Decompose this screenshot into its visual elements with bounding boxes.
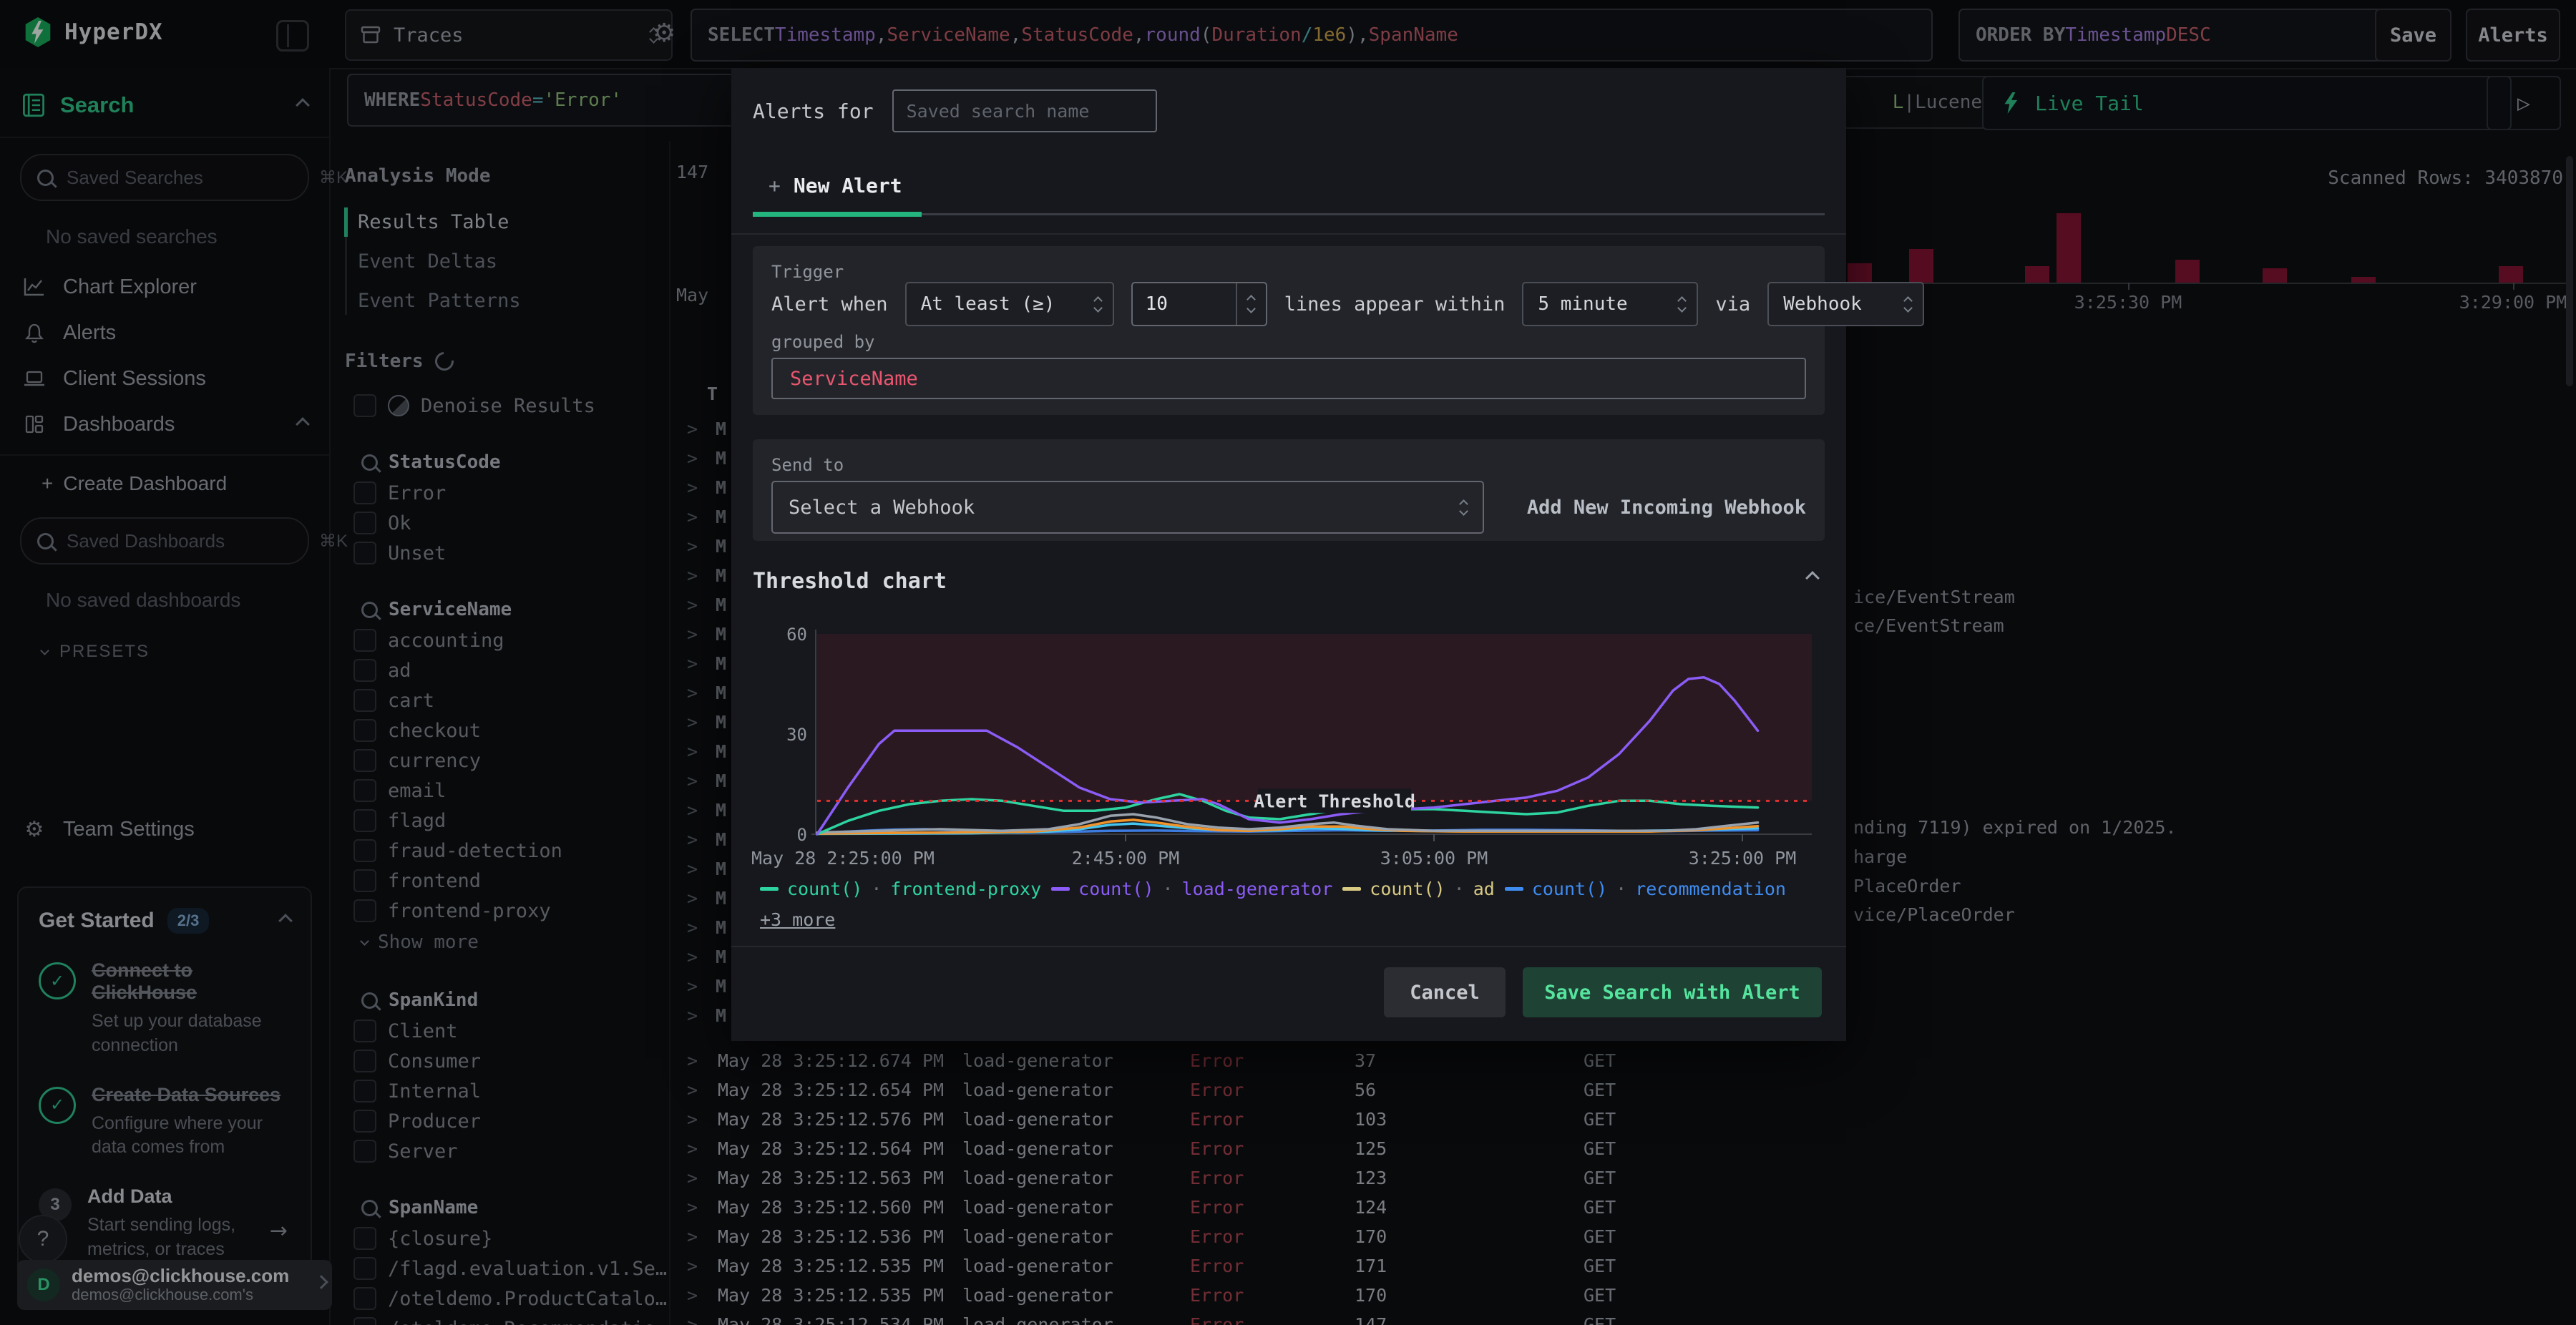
collapse-chart-icon[interactable]: [1805, 571, 1820, 585]
svg-text:3:25:00 PM: 3:25:00 PM: [1689, 848, 1797, 869]
group-by-input[interactable]: ServiceName: [771, 358, 1806, 399]
threshold-value-input[interactable]: [1131, 282, 1267, 326]
via-text: via: [1715, 293, 1751, 316]
cancel-button[interactable]: Cancel: [1384, 967, 1506, 1017]
legend-item[interactable]: count() · recommendation: [1504, 879, 1786, 899]
grouped-by-label: grouped by: [771, 332, 875, 352]
send-to-section: Send to Select a Webhook Add New Incomin…: [753, 439, 1825, 541]
legend-swatch: [1504, 887, 1523, 891]
trigger-label: Trigger: [771, 262, 844, 282]
legend-swatch: [760, 887, 779, 891]
legend-item[interactable]: count() · load-generator: [1051, 879, 1332, 899]
saved-search-name-input[interactable]: [892, 89, 1157, 132]
channel-select[interactable]: Webhook: [1767, 282, 1925, 326]
svg-text:May 28 2:25:00 PM: May 28 2:25:00 PM: [751, 848, 935, 869]
webhook-select[interactable]: Select a Webhook: [771, 481, 1484, 534]
chart-legend: count() · frontend-proxy count() · load-…: [760, 879, 1832, 930]
threshold-value-field[interactable]: [1132, 283, 1236, 325]
add-webhook-link[interactable]: Add New Incoming Webhook: [1527, 497, 1806, 519]
alert-when-text: Alert when: [771, 293, 888, 316]
number-stepper[interactable]: [1235, 283, 1266, 325]
tab-track: [922, 213, 1825, 215]
condition-select[interactable]: At least (≥): [904, 282, 1114, 326]
active-tab-indicator: [753, 212, 922, 217]
modal-title: Alerts for: [753, 99, 874, 123]
svg-text:30: 30: [786, 725, 807, 745]
lines-within-text: lines appear within: [1284, 293, 1506, 316]
legend-swatch: [1051, 887, 1070, 891]
chevron-up-down-icon: [1903, 295, 1913, 313]
svg-text:Alert Threshold: Alert Threshold: [1254, 791, 1415, 811]
svg-text:0: 0: [797, 825, 807, 845]
plus-icon: +: [769, 174, 781, 197]
chevron-up-down-icon: [1458, 499, 1468, 516]
save-search-with-alert-button[interactable]: Save Search with Alert: [1523, 967, 1822, 1017]
legend-item[interactable]: count() · ad: [1342, 879, 1495, 899]
trigger-section: Trigger Alert when At least (≥) lines ap…: [753, 246, 1925, 415]
svg-text:60: 60: [786, 625, 807, 645]
legend-more-link[interactable]: +3 more: [760, 909, 835, 930]
time-window-select[interactable]: 5 minute: [1522, 282, 1699, 326]
chevron-up-down-icon: [1093, 295, 1103, 313]
group-by-value: ServiceName: [790, 367, 918, 390]
send-to-label: Send to: [771, 455, 844, 475]
chevron-up-down-icon: [1677, 295, 1687, 313]
legend-item[interactable]: count() · frontend-proxy: [760, 879, 1041, 899]
alert-modal: Alerts for + New Alert Trigger Alert whe…: [731, 68, 1925, 1041]
legend-swatch: [1342, 887, 1362, 891]
svg-text:3:05:00 PM: 3:05:00 PM: [1380, 848, 1488, 869]
modal-footer: Cancel Save Search with Alert: [731, 946, 1846, 1041]
tab-new-alert[interactable]: + New Alert: [769, 174, 902, 197]
threshold-chart-title: Threshold chart: [753, 569, 947, 594]
svg-text:2:45:00 PM: 2:45:00 PM: [1072, 848, 1180, 869]
threshold-chart: 0 30 60 May 28 2:25:00 PM 2:45:00 PM 3:05:00 …: [751, 625, 1812, 869]
hyperdx-app: HyperDX Traces ⚙ SELECT Timestamp, Servic…: [0, 0, 2576, 1325]
